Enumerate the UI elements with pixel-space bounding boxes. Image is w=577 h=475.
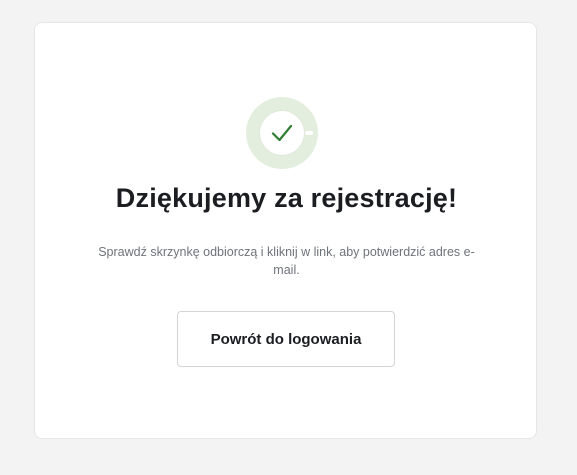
badge-notch [305, 131, 313, 135]
success-badge-inner [259, 110, 305, 156]
back-to-login-button[interactable]: Powrót do logowania [177, 311, 395, 367]
page-title: Dziękujemy za rejestrację! [115, 183, 458, 213]
confirmation-message: Sprawdź skrzynkę odbiorczą i kliknij w l… [98, 245, 475, 277]
confirmation-card: Dziękujemy za rejestrację! Sprawdź skrzy… [34, 22, 537, 439]
checkmark-icon [271, 124, 293, 142]
success-badge [246, 97, 318, 169]
